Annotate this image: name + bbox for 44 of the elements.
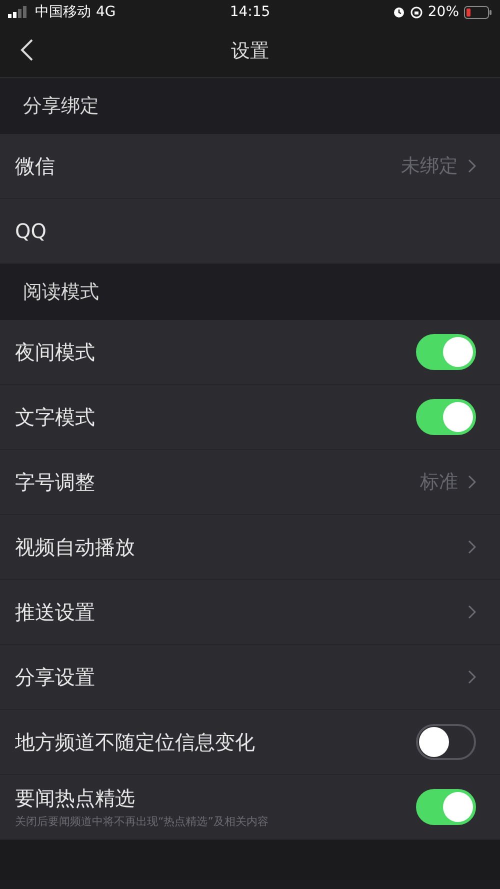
toggle-switch[interactable] <box>416 399 476 435</box>
section-header: 阅读模式 <box>23 280 99 305</box>
settings-row[interactable]: 推送设置 <box>0 580 500 645</box>
chevron-icon <box>468 475 476 489</box>
row-label: 分享设置 <box>15 664 95 690</box>
rotation-lock-icon <box>410 6 423 18</box>
chevron-icon <box>468 670 476 684</box>
toggle-switch[interactable] <box>416 334 476 370</box>
back-icon <box>20 38 34 62</box>
settings-row[interactable]: 字号调整 标准 <box>0 450 500 515</box>
row-label: 推送设置 <box>15 598 95 626</box>
row-label: 夜间模式 <box>15 338 95 366</box>
battery-icon <box>464 6 492 18</box>
chevron-icon <box>468 159 476 173</box>
page-title: 设置 <box>231 38 269 64</box>
carrier-name: 中国移动 <box>35 3 91 21</box>
row-label: 要闻热点精选 <box>15 785 136 812</box>
settings-row[interactable]: 要闻热点精选 关闭后要闻频道中将不再出现“热点精选”及相关内容 <box>0 775 500 840</box>
settings-row[interactable]: 地方频道不随定位信息变化 <box>0 710 500 775</box>
settings-row[interactable]: 夜间模式 <box>0 320 500 385</box>
network-type: 4G <box>96 4 116 20</box>
settings-row[interactable]: 文字模式 <box>0 385 500 450</box>
back-button[interactable] <box>20 38 34 62</box>
settings-row[interactable]: 微信 未绑定 <box>0 134 500 199</box>
row-label: 文字模式 <box>15 404 95 430</box>
clock-time: 14:15 <box>230 4 270 20</box>
row-label: QQ <box>15 219 46 243</box>
settings-row[interactable]: QQ <box>0 199 500 264</box>
row-label: 地方频道不随定位信息变化 <box>15 728 255 756</box>
settings-row[interactable]: 分享设置 <box>0 645 500 710</box>
row-label: 微信 <box>15 152 55 180</box>
toggle-switch[interactable] <box>416 724 476 760</box>
row-description: 关闭后要闻频道中将不再出现“热点精选”及相关内容 <box>15 814 268 829</box>
row-label: 字号调整 <box>15 468 95 496</box>
alarm-icon <box>392 6 405 18</box>
chevron-icon <box>468 540 476 554</box>
toggle-switch[interactable] <box>416 789 476 825</box>
section-header: 分享绑定 <box>23 94 99 119</box>
battery-percent: 20% <box>428 4 459 20</box>
row-value: 未绑定 <box>401 154 458 179</box>
chevron-icon <box>468 605 476 619</box>
settings-row[interactable]: 视频自动播放 <box>0 515 500 580</box>
row-value: 标准 <box>420 470 458 495</box>
row-label: 视频自动播放 <box>15 534 135 560</box>
